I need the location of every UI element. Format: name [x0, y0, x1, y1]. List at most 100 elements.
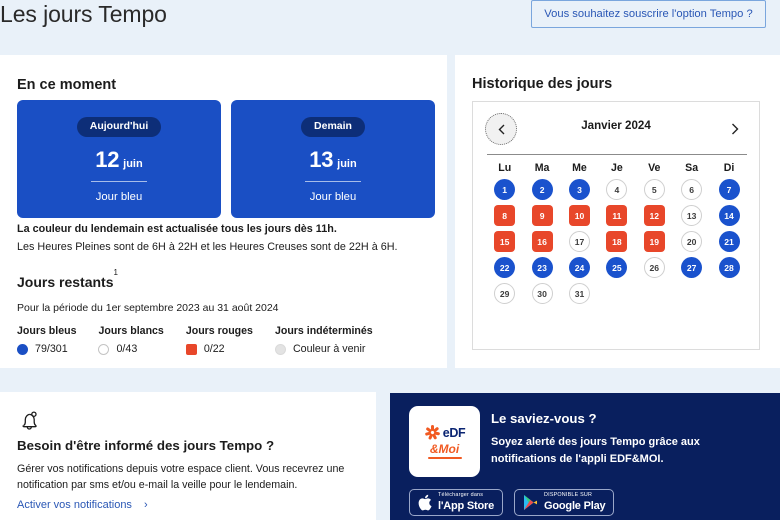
legend-item-undetermined: Jours indéterminés Couleur à venir	[274, 325, 373, 355]
calendar-cell: 23	[523, 257, 560, 278]
chevron-right-icon: ›	[143, 499, 148, 511]
red-day-square-icon	[185, 343, 197, 355]
current-section-title: En ce moment	[17, 77, 117, 93]
google-play-big-label: Google Play	[544, 499, 606, 512]
calendar-cell: 26	[636, 257, 673, 278]
calendar-day-blue[interactable]: 2	[531, 179, 553, 200]
calendar-day-red[interactable]: 12	[643, 205, 665, 226]
activate-notifications-link[interactable]: Activer vos notifications ›	[17, 499, 148, 511]
activate-notifications-label: Activer vos notifications	[17, 499, 132, 511]
calendar-day-white[interactable]: 17	[568, 231, 590, 252]
calendar-cell: 30	[523, 283, 560, 304]
calendar-day-white[interactable]: 4	[606, 179, 628, 200]
promo-body-text: Soyez alerté des jours Tempo grâce aux n…	[491, 436, 700, 466]
calendar-day-red[interactable]: 16	[531, 231, 553, 252]
calendar-cell: 28	[710, 257, 747, 278]
info-update-text: La couleur du lendemain est actualisée t…	[17, 223, 337, 235]
calendar-day-blue[interactable]: 21	[718, 231, 740, 252]
calendar-cell: 22	[486, 257, 523, 278]
calendar-day-red[interactable]: 18	[606, 231, 628, 252]
legend-value-row-undetermined: Couleur à venir	[274, 343, 373, 355]
tomorrow-month: juin	[337, 157, 357, 170]
calendar-nav: Janvier 2024	[473, 102, 759, 157]
calendar-week-row: 15 16 17 18 19 20 21	[486, 231, 748, 252]
calendar-section-title: Historique des jours	[472, 76, 613, 92]
legend-value-row-red: 0/22	[185, 343, 253, 355]
calendar-cell: 17	[561, 231, 598, 252]
legend-item-red: Jours rouges 0/22	[185, 325, 253, 355]
calendar-day-blue[interactable]: 25	[606, 257, 628, 278]
notifications-text: Gérer vos notifications depuis votre esp…	[17, 463, 345, 492]
remaining-footnote-marker: 1	[113, 268, 118, 278]
calendar-cell: 3	[561, 179, 598, 200]
calendar-cell	[598, 283, 635, 304]
calendar-week-row: 8 9 10 11 12 13 14	[486, 205, 748, 226]
calendar-week-row: 29 30 31	[486, 283, 748, 304]
tomorrow-card[interactable]: Demain 13 juin Jour bleu	[231, 100, 435, 218]
weekday-me: Me	[572, 162, 587, 174]
legend-item-white: Jours blancs 0/43	[98, 325, 164, 355]
calendar-day-blue[interactable]: 14	[718, 205, 740, 226]
tomorrow-divider	[305, 180, 361, 182]
calendar-day-blue[interactable]: 23	[531, 257, 553, 278]
moi-brand-text: &Moi	[429, 442, 460, 456]
store-badges: Télécharger dans l'App Store DISPONIBLE …	[409, 489, 615, 516]
calendar-day-red[interactable]: 8	[494, 205, 516, 226]
edf-moi-logo: eDF &Moi	[409, 406, 480, 477]
legend-value-row-blue: 79/301	[17, 343, 76, 355]
calendar-day-red[interactable]: 15	[494, 231, 516, 252]
calendar-day-red[interactable]: 11	[606, 205, 628, 226]
calendar-day-blue[interactable]: 22	[494, 257, 516, 278]
subscribe-tempo-button[interactable]: Vous souhaitez souscrire l'option Tempo …	[531, 0, 766, 28]
calendar-day-red[interactable]: 10	[568, 205, 590, 226]
calendar-day-blue[interactable]: 1	[494, 179, 516, 200]
calendar-cell: 2	[523, 179, 560, 200]
calendar-week-row: 1234567	[486, 179, 748, 200]
legend-label-undetermined: Jours indéterminés	[274, 325, 373, 337]
calendar-day-red[interactable]: 19	[643, 231, 665, 252]
today-month: juin	[123, 157, 143, 170]
app-store-badge[interactable]: Télécharger dans l'App Store	[409, 489, 504, 516]
calendar-day-white[interactable]: 5	[643, 179, 665, 200]
today-card[interactable]: Aujourd'hui 12 juin Jour bleu	[17, 100, 221, 218]
calendar-day-white[interactable]: 29	[494, 283, 516, 304]
calendar-week-row: 22 23 24 25 26 27 28	[486, 257, 748, 278]
calendar-widget: Janvier 2024 Lu Ma Me Je Ve Sa Di 123456…	[472, 101, 760, 350]
calendar-day-blue[interactable]: 3	[568, 179, 590, 200]
legend-label-white: Jours blancs	[98, 325, 164, 337]
calendar-cell: 13	[673, 205, 710, 226]
calendar-day-red[interactable]: 9	[531, 205, 553, 226]
info-block: La couleur du lendemain est actualisée t…	[17, 222, 398, 255]
calendar-day-white[interactable]: 30	[531, 283, 553, 304]
calendar-day-blue[interactable]: 27	[681, 257, 703, 278]
calendar-day-white[interactable]: 13	[681, 205, 703, 226]
calendar-day-white[interactable]: 31	[568, 283, 590, 304]
app-store-big-label: l'App Store	[438, 499, 495, 512]
edf-logo-row: eDF	[424, 424, 466, 441]
calendar-cell: 11	[598, 205, 635, 226]
day-cards-group: Aujourd'hui 12 juin Jour bleu Demain 13 …	[17, 100, 435, 218]
calendar-cell: 14	[710, 205, 747, 226]
calendar-day-blue[interactable]: 7	[718, 179, 740, 200]
calendar-day-white[interactable]: 26	[643, 257, 665, 278]
calendar-day-white[interactable]: 20	[681, 231, 703, 252]
calendar-next-month-button[interactable]	[723, 113, 747, 145]
legend-value-undetermined: Couleur à venir	[292, 343, 366, 355]
google-play-badge[interactable]: DISPONIBLE SUR Google Play	[514, 489, 615, 516]
today-divider	[91, 180, 147, 182]
tomorrow-pill-label: Demain	[301, 117, 365, 137]
weekday-di: Di	[723, 162, 735, 174]
calendar-cell: 19	[636, 231, 673, 252]
page-title: Les jours Tempo	[0, 1, 167, 27]
calendar-cell	[673, 283, 710, 304]
google-play-text: DISPONIBLE SUR Google Play	[544, 492, 606, 512]
page-header: Les jours Tempo Vous souhaitez souscrire…	[0, 0, 780, 47]
calendar-cell: 9	[523, 205, 560, 226]
calendar-day-blue[interactable]: 28	[718, 257, 740, 278]
calendar-day-empty	[644, 283, 665, 304]
calendar-day-white[interactable]: 6	[681, 179, 703, 200]
tomorrow-day-number: 13	[309, 146, 334, 172]
weekday-sa: Sa	[685, 162, 699, 174]
calendar-cell: 4	[598, 179, 635, 200]
calendar-day-blue[interactable]: 24	[568, 257, 590, 278]
